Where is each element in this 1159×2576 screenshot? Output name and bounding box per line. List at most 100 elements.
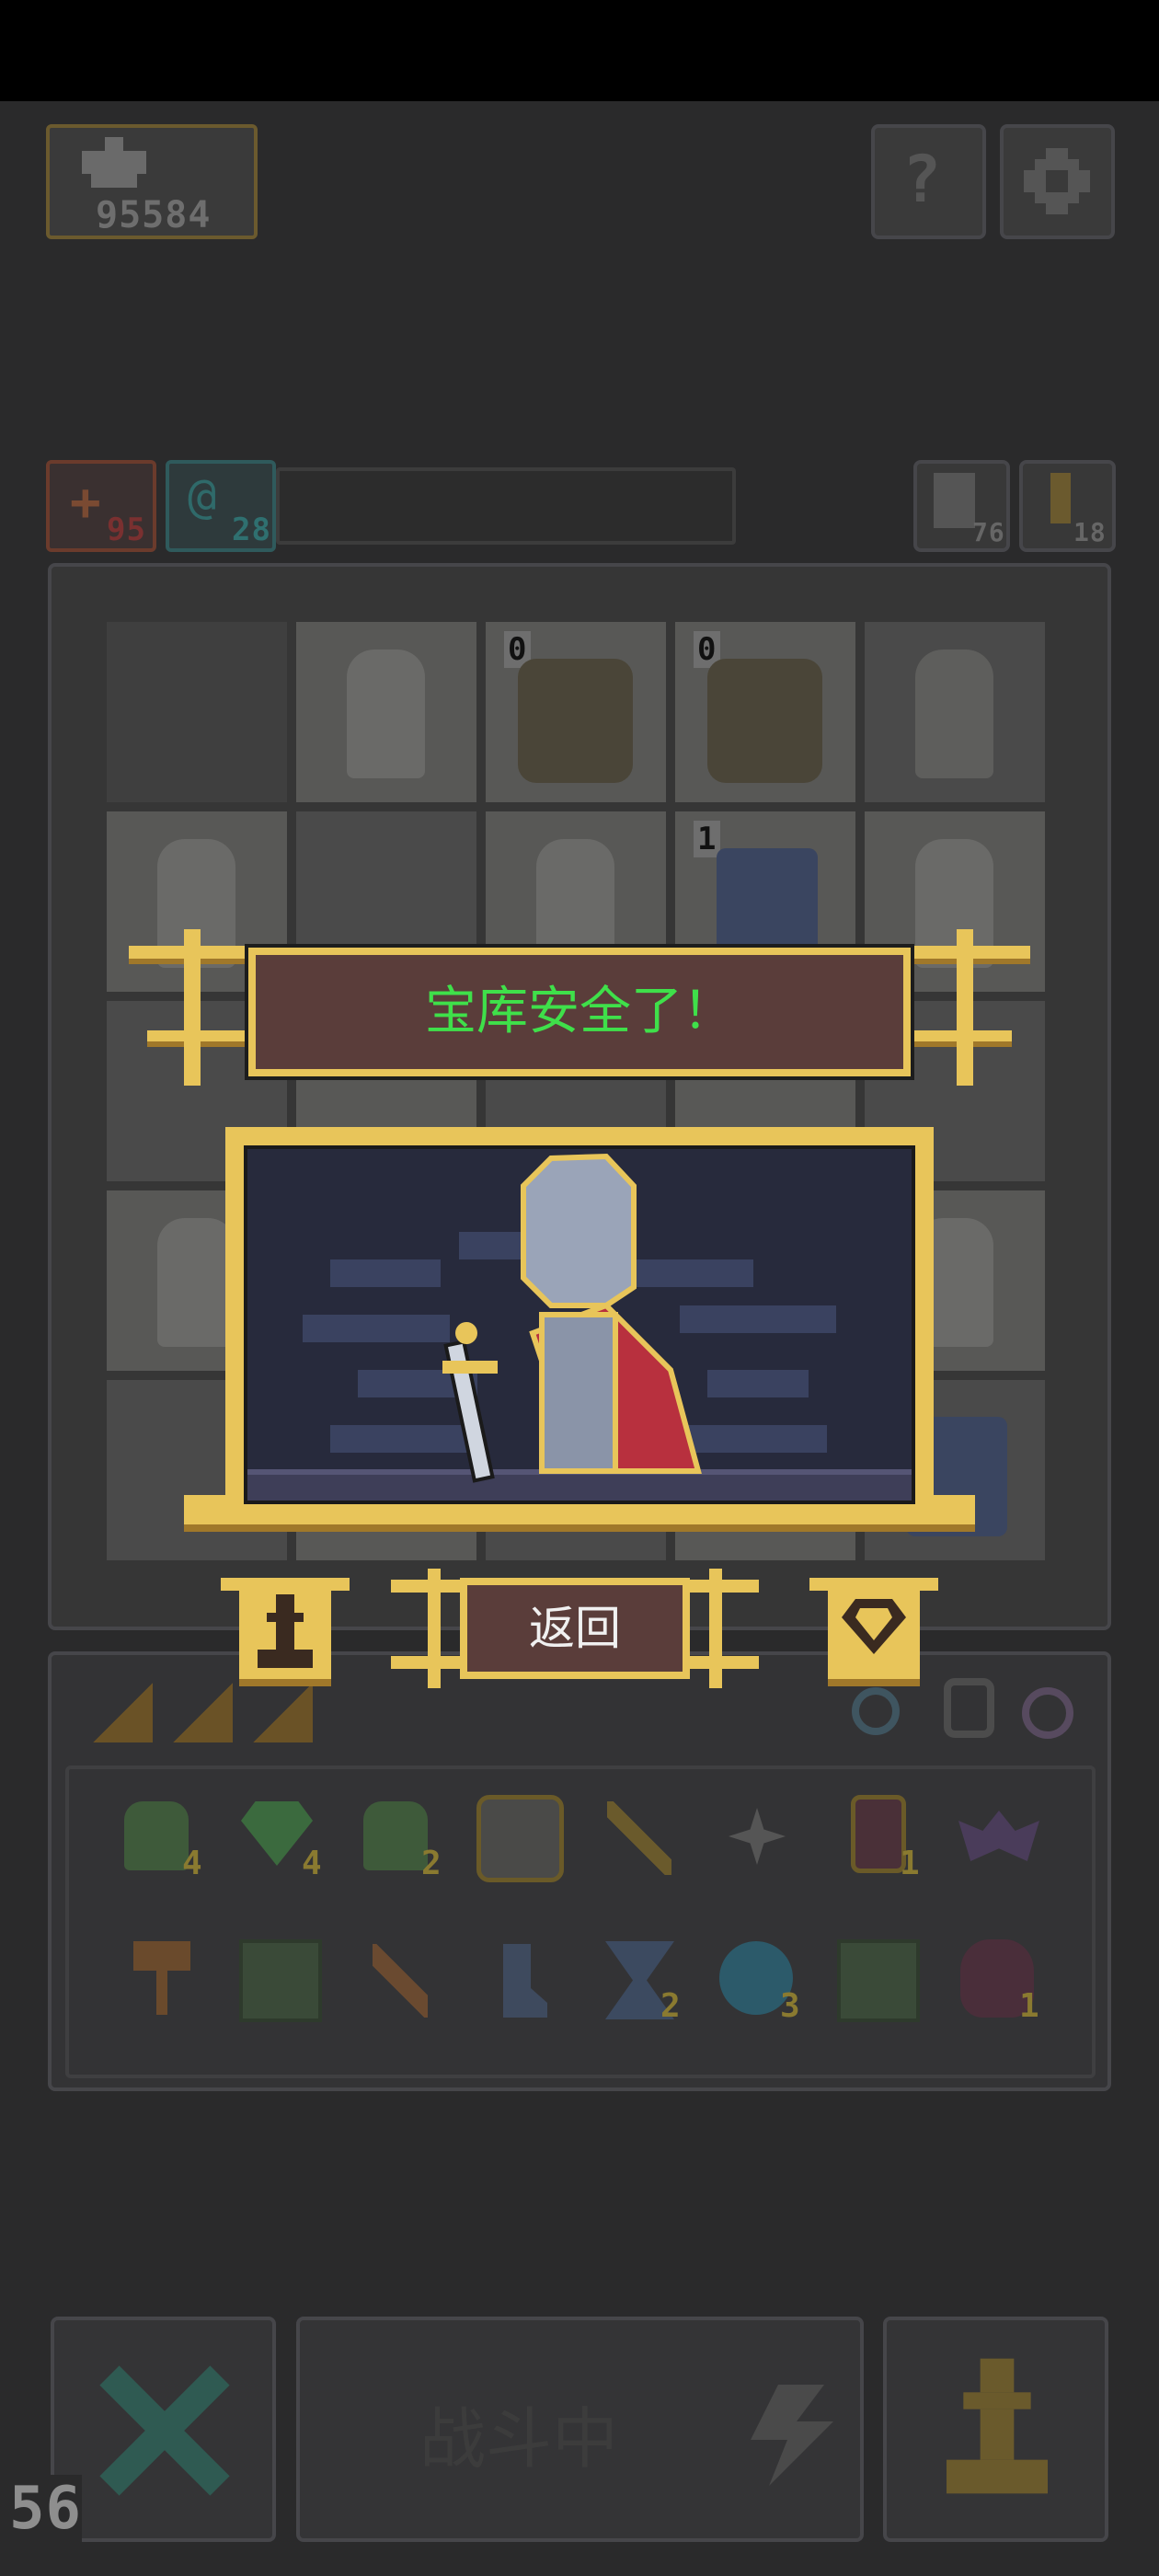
question-icon: ? (902, 142, 942, 217)
demon-icon (518, 659, 633, 783)
board-tile-demon[interactable]: 0 (675, 622, 855, 802)
skeleton-icon (915, 650, 993, 778)
popup-title-banner: 宝库安全了！ (129, 929, 1030, 1095)
item-count: 1 (900, 1845, 921, 1882)
pawn-button[interactable] (221, 1578, 350, 1688)
board-tile[interactable] (107, 622, 287, 802)
potion-icon (851, 1795, 906, 1873)
key-icon (1050, 473, 1071, 523)
gem-ring-icon (1022, 1687, 1073, 1739)
status-bar (0, 0, 1159, 101)
item-count: 3 (780, 1987, 801, 2025)
inventory-item[interactable] (469, 1788, 570, 1889)
key-stat-badge: 18 (1019, 460, 1116, 552)
gem-button[interactable] (809, 1578, 938, 1688)
skeleton-icon (347, 650, 425, 778)
inventory-item[interactable] (110, 1930, 212, 2031)
tile-badge: 1 (694, 821, 721, 857)
battle-label: 战斗中 (419, 2400, 619, 2478)
return-label: 返回 (529, 1602, 621, 1655)
return-post-left (428, 1569, 441, 1688)
score-badge: 95584 (46, 124, 258, 239)
board-tile-skeleton[interactable] (296, 622, 476, 802)
door-icon (934, 473, 975, 528)
hero-item-icon (363, 1801, 428, 1870)
battle-status-button[interactable]: 战斗中 (296, 2317, 864, 2542)
bat-icon (958, 1811, 1039, 1861)
ring-icon (852, 1687, 900, 1735)
settings-button[interactable] (1000, 124, 1115, 239)
pawn-icon (258, 1594, 313, 1668)
health-value: 95 (107, 512, 146, 548)
inventory-item[interactable]: 3 (708, 1930, 809, 2031)
item-count: 1 (1019, 1987, 1040, 2025)
lock-icon (944, 1678, 994, 1738)
health-badge: + 95 (46, 460, 156, 552)
return-post-right (709, 1569, 722, 1688)
close-icon (99, 2365, 230, 2496)
inventory-item[interactable] (469, 1930, 570, 2031)
key-item-icon (607, 1801, 671, 1875)
inventory-panel: 4 4 2 1 2 3 1 (48, 1651, 1111, 2091)
popup-image-frame (184, 1127, 975, 1541)
crown-item-icon (476, 1795, 564, 1882)
pawn-icon (947, 2358, 1048, 2494)
board-tile-demon[interactable]: 0 (486, 622, 666, 802)
inventory-item[interactable]: 1 (828, 1788, 929, 1889)
map-icon (239, 1939, 322, 2022)
item-count: 4 (302, 1845, 323, 1882)
exit-stat-badge: 76 (913, 460, 1010, 552)
hero-button[interactable] (883, 2317, 1108, 2542)
knight-scene (247, 1153, 912, 1501)
spiral-icon: @ (188, 469, 217, 524)
map-icon (837, 1939, 920, 2022)
pawn-button-face (239, 1585, 331, 1686)
hero-item-icon (124, 1801, 189, 1870)
inventory-item[interactable] (947, 1788, 1049, 1889)
inventory-item[interactable] (708, 1788, 809, 1889)
shuriken-icon (729, 1808, 786, 1865)
return-button-box: 返回 (460, 1578, 690, 1679)
inventory-grid: 4 4 2 1 2 3 1 (65, 1765, 1096, 2078)
cancel-button[interactable] (51, 2317, 276, 2542)
inventory-item[interactable] (828, 1930, 929, 2031)
mana-badge: @ 28 (166, 460, 276, 552)
card-icon (93, 1683, 153, 1742)
mana-value: 28 (232, 512, 271, 548)
progress-bar (276, 467, 736, 545)
stat-a-value: 76 (972, 517, 1005, 547)
gem-button-face (828, 1585, 920, 1686)
popup-title-box: 宝库安全了！ (245, 944, 914, 1080)
score-value: 95584 (96, 194, 212, 236)
item-count: 2 (660, 1987, 682, 2025)
lightning-icon (751, 2385, 833, 2486)
boot-icon (503, 1944, 547, 2018)
plus-icon: + (70, 473, 101, 533)
card-icon (173, 1683, 233, 1742)
gem-icon (842, 1599, 906, 1654)
popup-title: 宝库安全了！ (425, 982, 734, 1041)
stat-b-value: 18 (1073, 517, 1107, 547)
torch-icon (373, 1944, 428, 2018)
crown-icon (82, 137, 146, 188)
inventory-item[interactable]: 2 (589, 1930, 690, 2031)
card-icon (253, 1683, 313, 1742)
inventory-item[interactable]: 1 (947, 1930, 1049, 2031)
help-button[interactable]: ? (871, 124, 986, 239)
inventory-item[interactable] (230, 1930, 331, 2031)
inventory-item[interactable]: 4 (110, 1788, 212, 1889)
inventory-item[interactable] (589, 1788, 690, 1889)
inventory-item[interactable]: 4 (230, 1788, 331, 1889)
gear-icon (1024, 148, 1090, 214)
inventory-item[interactable] (350, 1930, 451, 2031)
inventory-item[interactable]: 2 (350, 1788, 451, 1889)
board-tile-skeleton[interactable] (865, 622, 1045, 802)
totem-icon (133, 1941, 190, 2015)
banner-post-left (184, 929, 201, 1086)
fps-counter: 56 (9, 2475, 83, 2543)
demon-icon (707, 659, 822, 783)
return-button[interactable]: 返回 (391, 1569, 759, 1688)
item-count: 4 (182, 1845, 203, 1882)
banner-post-right (957, 929, 973, 1086)
item-count: 2 (421, 1845, 442, 1882)
